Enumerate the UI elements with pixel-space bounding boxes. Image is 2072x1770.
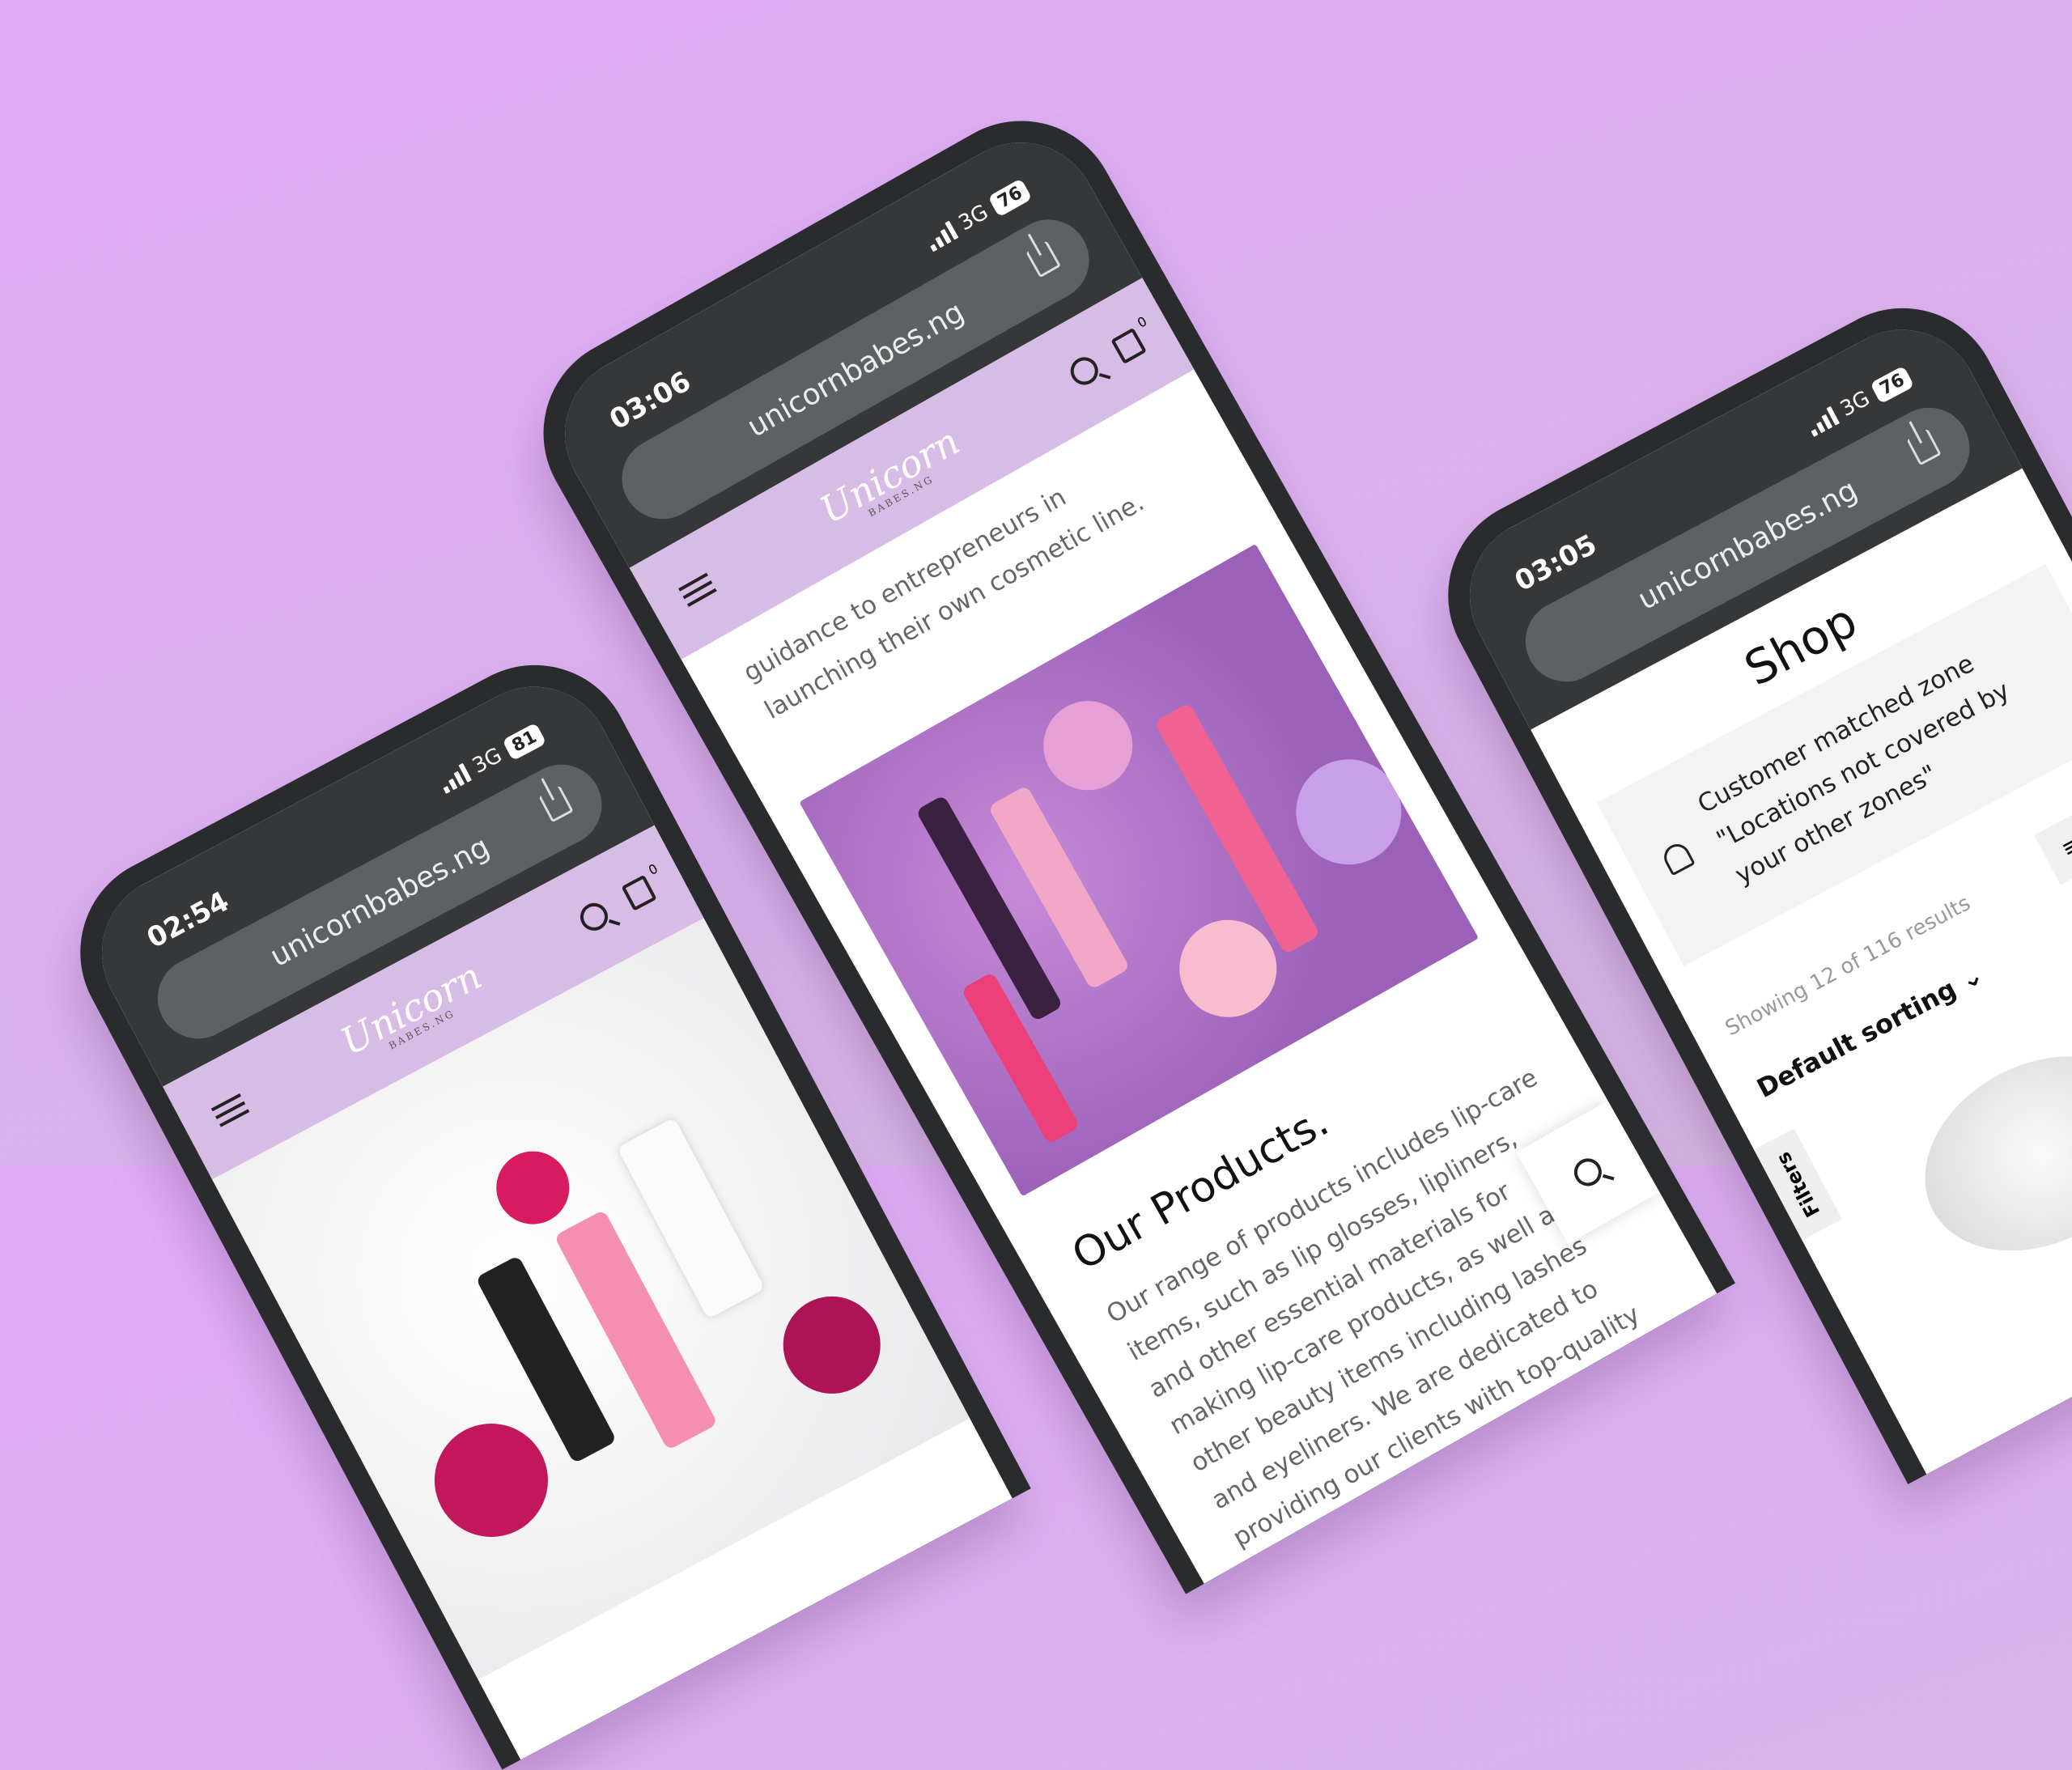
share-icon[interactable]: [1025, 240, 1062, 278]
list-view-button[interactable]: ≡: [2033, 808, 2072, 885]
share-icon[interactable]: [538, 785, 574, 823]
network-type: 3G: [468, 743, 507, 779]
menu-icon[interactable]: [209, 1089, 253, 1132]
network-type: 3G: [1836, 386, 1875, 422]
battery-icon: 81: [502, 722, 547, 761]
battery-icon: 76: [1870, 365, 1915, 404]
signal-icon: [437, 762, 472, 795]
bell-icon: [1659, 839, 1696, 877]
battery-icon: 76: [987, 177, 1033, 217]
search-icon: [1569, 1153, 1607, 1191]
search-icon[interactable]: [1065, 352, 1103, 390]
product-image[interactable]: [1891, 1017, 2072, 1289]
share-icon[interactable]: [1906, 428, 1942, 466]
cart-icon[interactable]: 0: [621, 860, 660, 911]
cart-icon[interactable]: 0: [1110, 313, 1149, 365]
network-type: 3G: [954, 200, 993, 236]
signal-icon: [923, 220, 959, 253]
filters-tab[interactable]: Filters: [1754, 1128, 1843, 1241]
menu-icon[interactable]: [676, 568, 720, 613]
search-icon[interactable]: [575, 898, 613, 936]
signal-icon: [1805, 405, 1840, 438]
